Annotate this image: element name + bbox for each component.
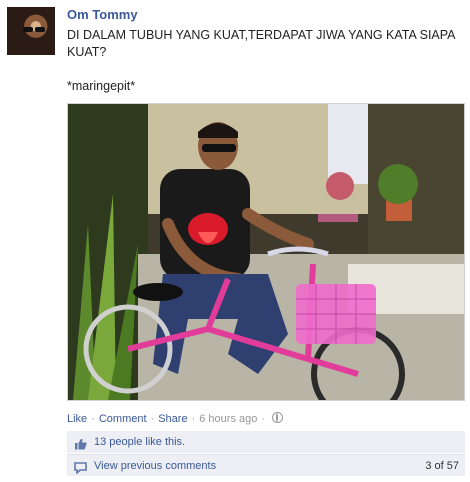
post-message: DI DALAM TUBUH YANG KUAT,TERDAPAT JIWA Y… — [67, 28, 455, 93]
view-previous-comments-link[interactable]: View previous comments — [94, 460, 216, 472]
post-timestamp[interactable]: 6 hours ago — [199, 413, 257, 425]
sunglasses-right — [35, 27, 45, 32]
post-actions: Like · Comment · Share · 6 hours ago · — [67, 412, 284, 425]
thumbs-up-icon — [74, 436, 87, 450]
sunglasses-left — [23, 27, 33, 32]
separator: · — [261, 413, 266, 425]
comments-row: View previous comments 3 of 57 — [67, 454, 465, 476]
comment-link[interactable]: Comment — [99, 413, 147, 425]
post-author-name[interactable]: Om Tommy — [67, 7, 138, 22]
comments-count: 3 of 57 — [425, 460, 459, 472]
comment-bubble-icon — [74, 460, 87, 475]
likes-row: 13 people like this. — [67, 431, 465, 453]
likes-count-text[interactable]: 13 people like this. — [94, 436, 185, 448]
separator: · — [91, 413, 95, 425]
like-link[interactable]: Like — [67, 413, 87, 425]
author-avatar[interactable] — [7, 7, 55, 55]
globe-icon[interactable] — [272, 412, 284, 423]
share-link[interactable]: Share — [158, 413, 187, 425]
post-photo[interactable] — [67, 103, 465, 401]
separator: · — [150, 413, 155, 425]
separator: · — [191, 413, 196, 425]
